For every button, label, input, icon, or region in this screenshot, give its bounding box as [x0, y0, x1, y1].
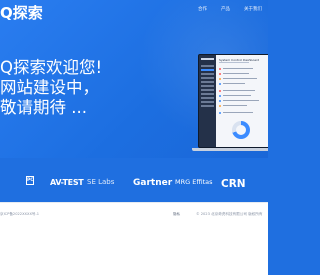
- mockup-nav-item: [201, 77, 214, 79]
- nav-item-about[interactable]: 关于我们: [244, 6, 262, 12]
- mockup-nav-item: [201, 85, 214, 87]
- mockup-sidebar: [199, 55, 216, 147]
- mockup-nav-item: [201, 97, 214, 99]
- partner-logo-avtest: AV-TEST: [50, 178, 84, 187]
- laptop-mockup: System Control Dashboard: [192, 54, 268, 152]
- headline-line-1: Q探索欢迎您!: [0, 58, 103, 77]
- footer-icp[interactable]: 京ICP备2022XXXX号-1: [0, 212, 39, 217]
- laptop-base: [192, 148, 268, 151]
- partner-logo-gartner: Gartner: [133, 178, 173, 188]
- headline-line-2: 网站建设中，: [0, 78, 99, 97]
- headline-line-3: 敬请期待 ...: [0, 98, 87, 117]
- mockup-panel: System Control Dashboard: [216, 55, 268, 147]
- mockup-nav-item: [201, 81, 214, 83]
- footer-link[interactable]: 隐私: [173, 212, 180, 217]
- site-footer: 京ICP备2022XXXX号-1 隐私 © 2023 北京奇虎科技有限公司 版权…: [0, 202, 268, 275]
- hero-headline: Q探索欢迎您! 网站建设中， 敬请期待 ...: [0, 58, 102, 118]
- mockup-nav-item: [201, 93, 214, 95]
- mockup-row: [219, 104, 268, 107]
- top-nav: 合作 产品 关于我们: [198, 6, 262, 12]
- mockup-row: [219, 77, 268, 80]
- partner-logo-pc: PC: [26, 176, 34, 185]
- mockup-row: [219, 72, 268, 75]
- footer-copyright: © 2023 北京奇虎科技有限公司 版权所有: [196, 212, 263, 216]
- mockup-panel-subtitle: [219, 62, 249, 64]
- laptop-screen: System Control Dashboard: [198, 54, 268, 148]
- mockup-logo: [201, 58, 214, 60]
- partner-logo-crn: CRN: [221, 178, 246, 190]
- nav-item-cooperation[interactable]: 合作: [198, 6, 207, 12]
- mockup-nav-item: [201, 89, 214, 91]
- mockup-nav-item: [201, 73, 214, 75]
- nav-item-products[interactable]: 产品: [221, 6, 230, 12]
- mockup-row: [219, 99, 268, 102]
- partner-logo-mrg: MRG Effitas: [175, 178, 213, 186]
- partners-band: PC AV-TEST SE Labs Gartner MRG Effitas C…: [0, 158, 268, 202]
- mockup-nav-item: [201, 65, 214, 67]
- site-logo[interactable]: Q探索: [0, 2, 43, 23]
- mockup-donut-chart: [232, 121, 250, 139]
- mockup-row: [219, 89, 268, 92]
- partner-logo-selabs: SE Labs: [87, 178, 115, 186]
- hero-section: Q探索 合作 产品 关于我们 Q探索欢迎您! 网站建设中， 敬请期待 ... S…: [0, 0, 268, 158]
- mockup-nav-item: [201, 105, 214, 107]
- mockup-row: [219, 94, 268, 97]
- mockup-row: [219, 82, 268, 85]
- mockup-row: [219, 111, 268, 114]
- mockup-nav-item: [201, 69, 214, 71]
- mockup-row: [219, 67, 268, 70]
- mockup-nav-item: [201, 101, 214, 103]
